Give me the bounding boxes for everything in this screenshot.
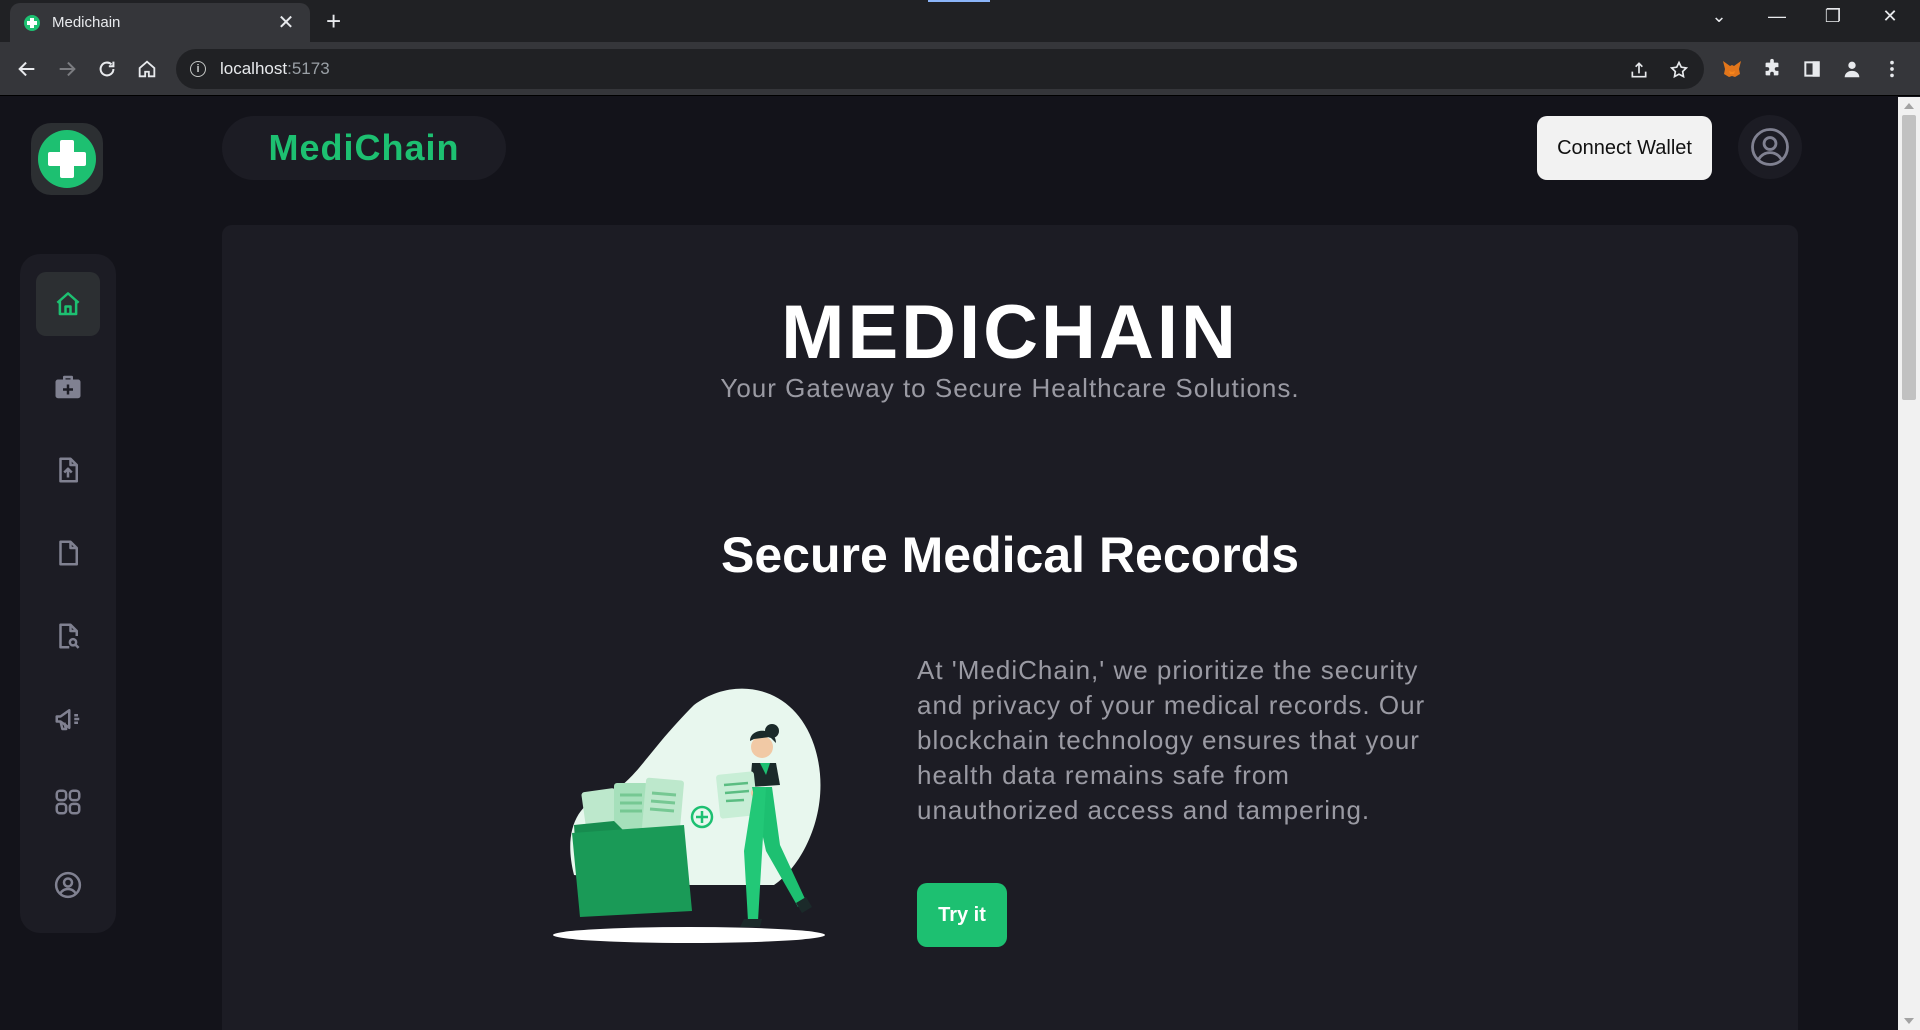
- extensions-puzzle-icon[interactable]: [1758, 55, 1786, 83]
- home-icon: [56, 292, 80, 316]
- browser-tab-bar: Medichain ✕ + ⌄ — ❐ ✕: [0, 0, 1920, 42]
- file-icon: [59, 540, 78, 566]
- user-avatar[interactable]: [1738, 115, 1802, 179]
- scrollbar-thumb[interactable]: [1902, 115, 1916, 400]
- brand-name: MediChain: [268, 127, 460, 168]
- hero-title: MEDICHAIN: [781, 290, 1239, 375]
- metamask-fox-icon[interactable]: [1718, 55, 1746, 83]
- medical-records-illustration: [553, 688, 825, 943]
- url-host: localhost: [220, 59, 288, 78]
- window-close-button[interactable]: ✕: [1875, 6, 1905, 27]
- sidebar-item-search-records[interactable]: [36, 604, 100, 668]
- sidebar-item-medical-kit[interactable]: [36, 355, 100, 419]
- page-scrollbar[interactable]: [1898, 97, 1920, 1030]
- scroll-down-arrow-icon[interactable]: [1904, 1018, 1914, 1024]
- medichain-logo[interactable]: [31, 123, 103, 195]
- brand-pill[interactable]: MediChain: [222, 116, 506, 180]
- page-viewport: MediChain Connect Wallet MEDICHAIN Your …: [0, 97, 1898, 1030]
- file-search-icon: [59, 623, 80, 649]
- tab-search-dropdown-icon[interactable]: ⌄: [1704, 6, 1734, 27]
- scroll-up-arrow-icon[interactable]: [1904, 103, 1914, 109]
- close-tab-icon[interactable]: ✕: [276, 13, 296, 33]
- profile-icon: [54, 871, 82, 899]
- apps-grid-icon: [55, 789, 81, 815]
- new-tab-button[interactable]: +: [326, 8, 341, 34]
- hero-subtitle: Your Gateway to Secure Healthcare Soluti…: [720, 373, 1300, 403]
- sidebar-item-upload-record[interactable]: [36, 438, 100, 502]
- minimize-button[interactable]: —: [1762, 6, 1792, 27]
- reload-icon[interactable]: [92, 54, 122, 84]
- browser-menu-icon[interactable]: [1878, 55, 1906, 83]
- restore-button[interactable]: ❐: [1818, 6, 1848, 27]
- share-icon[interactable]: [1628, 59, 1650, 81]
- url-port: :5173: [287, 59, 330, 78]
- browser-toolbar: i localhost:5173: [0, 42, 1920, 96]
- tab-title: Medichain: [52, 14, 121, 31]
- browser-profile-icon[interactable]: [1838, 55, 1866, 83]
- file-upload-icon: [59, 457, 78, 483]
- home-browser-icon[interactable]: [132, 54, 162, 84]
- medichain-favicon-icon: [24, 14, 40, 31]
- tab-search-indicator: [928, 0, 990, 2]
- address-bar[interactable]: i localhost:5173: [176, 49, 1704, 89]
- sidebar-item-home[interactable]: [36, 272, 100, 336]
- bookmark-star-icon[interactable]: [1668, 59, 1690, 81]
- medical-cross-icon: [38, 130, 96, 188]
- main-content-card: MEDICHAIN Your Gateway to Secure Healthc…: [222, 225, 1798, 1030]
- site-info-icon[interactable]: i: [190, 61, 206, 77]
- sidebar-item-announcements[interactable]: [36, 687, 100, 751]
- try-it-button[interactable]: Try it: [917, 883, 1007, 947]
- medical-kit-icon: [55, 375, 81, 399]
- browser-tab[interactable]: Medichain ✕: [10, 3, 310, 42]
- side-panel-icon[interactable]: [1798, 55, 1826, 83]
- sidebar: [20, 254, 116, 933]
- megaphone-icon: [55, 709, 80, 731]
- sidebar-item-records[interactable]: [36, 521, 100, 585]
- user-circle-icon: [1751, 128, 1789, 166]
- forward-icon[interactable]: [52, 54, 82, 84]
- sidebar-item-dashboard[interactable]: [36, 770, 100, 834]
- connect-wallet-button[interactable]: Connect Wallet: [1537, 116, 1712, 180]
- section-title: Secure Medical Records: [720, 527, 1300, 583]
- section-description: At 'MediChain,' we prioritize the securi…: [917, 655, 1426, 825]
- sidebar-item-profile[interactable]: [36, 853, 100, 917]
- back-icon[interactable]: [12, 54, 42, 84]
